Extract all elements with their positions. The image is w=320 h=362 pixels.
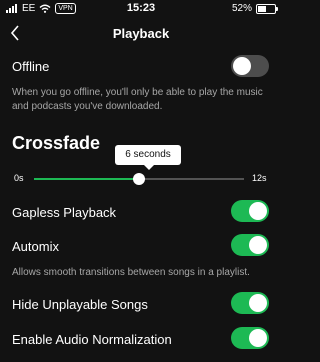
status-bar-right: 52% xyxy=(231,3,278,14)
toggle-knob xyxy=(233,57,251,75)
battery-icon xyxy=(256,3,278,14)
toggle-knob xyxy=(249,236,267,254)
normalization-toggle[interactable] xyxy=(231,327,269,349)
crossfade-min-label: 0s xyxy=(14,173,24,183)
crossfade-slider-fill xyxy=(34,178,139,180)
hide-unplayable-toggle[interactable] xyxy=(231,292,269,314)
offline-toggle[interactable] xyxy=(231,55,269,77)
crossfade-title: Crossfade xyxy=(12,133,101,153)
crossfade-value-tooltip: 6 seconds xyxy=(115,145,181,170)
page-header: Playback xyxy=(0,20,282,46)
automix-description: Allows smooth transitions between songs … xyxy=(12,267,250,278)
battery-fill xyxy=(258,5,266,12)
offline-description: When you go offline, you'll only be able… xyxy=(12,87,263,112)
toggle-knob xyxy=(249,294,267,312)
offline-label: Offline xyxy=(12,59,50,74)
toggle-knob xyxy=(249,329,267,347)
automix-toggle[interactable] xyxy=(231,234,269,256)
gapless-toggle[interactable] xyxy=(231,200,269,222)
normalization-label: Enable Audio Normalization xyxy=(12,332,172,347)
battery-percent: 52% xyxy=(231,3,252,14)
page-title: Playback xyxy=(112,26,170,41)
automix-label: Automix xyxy=(12,239,59,254)
crossfade-slider-thumb[interactable] xyxy=(133,173,145,185)
toggle-knob xyxy=(249,202,267,220)
gapless-label: Gapless Playback xyxy=(12,205,117,220)
crossfade-max-label: 12s xyxy=(252,173,267,183)
status-bar: EE VPN 15:23 52% xyxy=(0,0,282,18)
hide-unplayable-label: Hide Unplayable Songs xyxy=(12,297,148,312)
